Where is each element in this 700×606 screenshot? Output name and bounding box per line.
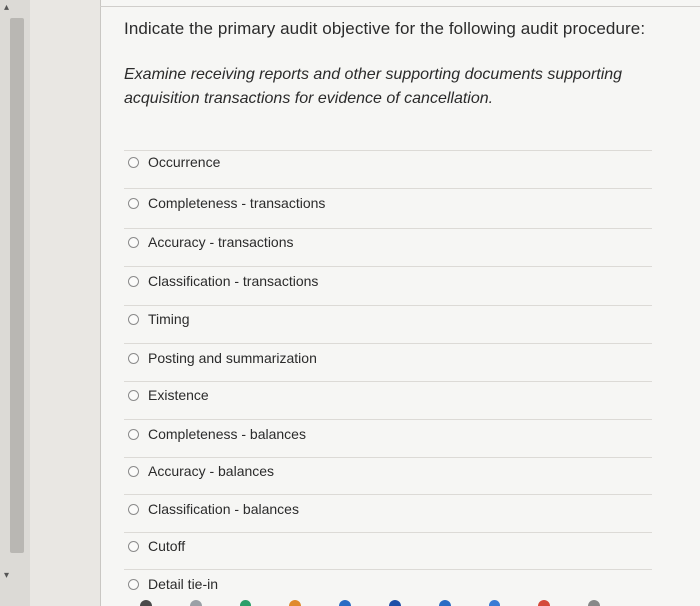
option-divider xyxy=(124,569,652,570)
option-divider xyxy=(124,457,652,458)
option-divider xyxy=(124,188,652,189)
option-divider xyxy=(124,305,652,306)
dock-app-icon[interactable] xyxy=(488,600,501,606)
option-label: Completeness - balances xyxy=(148,426,306,442)
radio-button-icon[interactable] xyxy=(128,540,139,552)
dock-app-icon[interactable] xyxy=(388,600,401,606)
option-classification-transactions[interactable]: Classification - transactions xyxy=(128,270,318,292)
radio-button-icon[interactable] xyxy=(128,275,139,287)
option-cutoff[interactable]: Cutoff xyxy=(128,535,185,557)
option-label: Detail tie-in xyxy=(148,576,219,592)
radio-button-icon[interactable] xyxy=(128,389,139,401)
dock-app-icon[interactable] xyxy=(588,600,600,606)
option-label: Classification - transactions xyxy=(148,273,319,289)
option-accuracy-transactions[interactable]: Accuracy - transactions xyxy=(128,231,294,253)
option-label: Cutoff xyxy=(148,538,186,554)
option-label: Posting and summarization xyxy=(148,350,317,366)
option-divider xyxy=(124,532,652,533)
option-divider xyxy=(124,343,652,344)
option-label: Completeness - transactions xyxy=(148,195,326,211)
radio-button-icon[interactable] xyxy=(128,197,139,209)
option-detail-tie-in[interactable]: Detail tie-in xyxy=(128,573,218,595)
dock-app-icon[interactable] xyxy=(438,600,451,606)
option-existence[interactable]: Existence xyxy=(128,384,209,406)
dock-app-icon[interactable] xyxy=(189,600,202,606)
option-divider xyxy=(124,381,652,382)
answer-options: Occurrence Completeness - transactions A… xyxy=(0,0,700,606)
option-label: Existence xyxy=(148,387,209,403)
option-divider xyxy=(124,419,652,420)
option-posting-and-summarization[interactable]: Posting and summarization xyxy=(128,347,317,369)
option-completeness-balances[interactable]: Completeness - balances xyxy=(128,423,306,445)
dock-app-icon[interactable] xyxy=(140,600,152,606)
dock-app-icon[interactable] xyxy=(538,600,551,606)
option-occurrence[interactable]: Occurrence xyxy=(128,151,220,173)
dock-app-icon[interactable] xyxy=(289,600,302,606)
option-divider xyxy=(124,266,652,267)
radio-button-icon[interactable] xyxy=(128,156,139,168)
option-accuracy-balances[interactable]: Accuracy - balances xyxy=(128,460,274,482)
dock-app-icon[interactable] xyxy=(339,600,351,606)
radio-button-icon[interactable] xyxy=(128,236,139,248)
option-label: Classification - balances xyxy=(148,501,299,517)
option-label: Timing xyxy=(148,311,190,327)
dock-app-icon[interactable] xyxy=(239,600,252,606)
option-label: Occurrence xyxy=(148,154,221,170)
dock-bar xyxy=(140,596,600,606)
radio-button-icon[interactable] xyxy=(128,352,139,364)
radio-button-icon[interactable] xyxy=(128,578,139,590)
option-classification-balances[interactable]: Classification - balances xyxy=(128,498,299,520)
option-label: Accuracy - balances xyxy=(148,463,275,479)
option-timing[interactable]: Timing xyxy=(128,308,190,330)
option-completeness-transactions[interactable]: Completeness - transactions xyxy=(128,192,325,214)
radio-button-icon[interactable] xyxy=(128,428,139,440)
radio-button-icon[interactable] xyxy=(128,503,139,515)
radio-button-icon[interactable] xyxy=(128,465,139,477)
option-divider xyxy=(124,228,652,229)
option-label: Accuracy - transactions xyxy=(148,234,294,250)
radio-button-icon[interactable] xyxy=(128,313,139,325)
option-divider xyxy=(124,494,652,495)
